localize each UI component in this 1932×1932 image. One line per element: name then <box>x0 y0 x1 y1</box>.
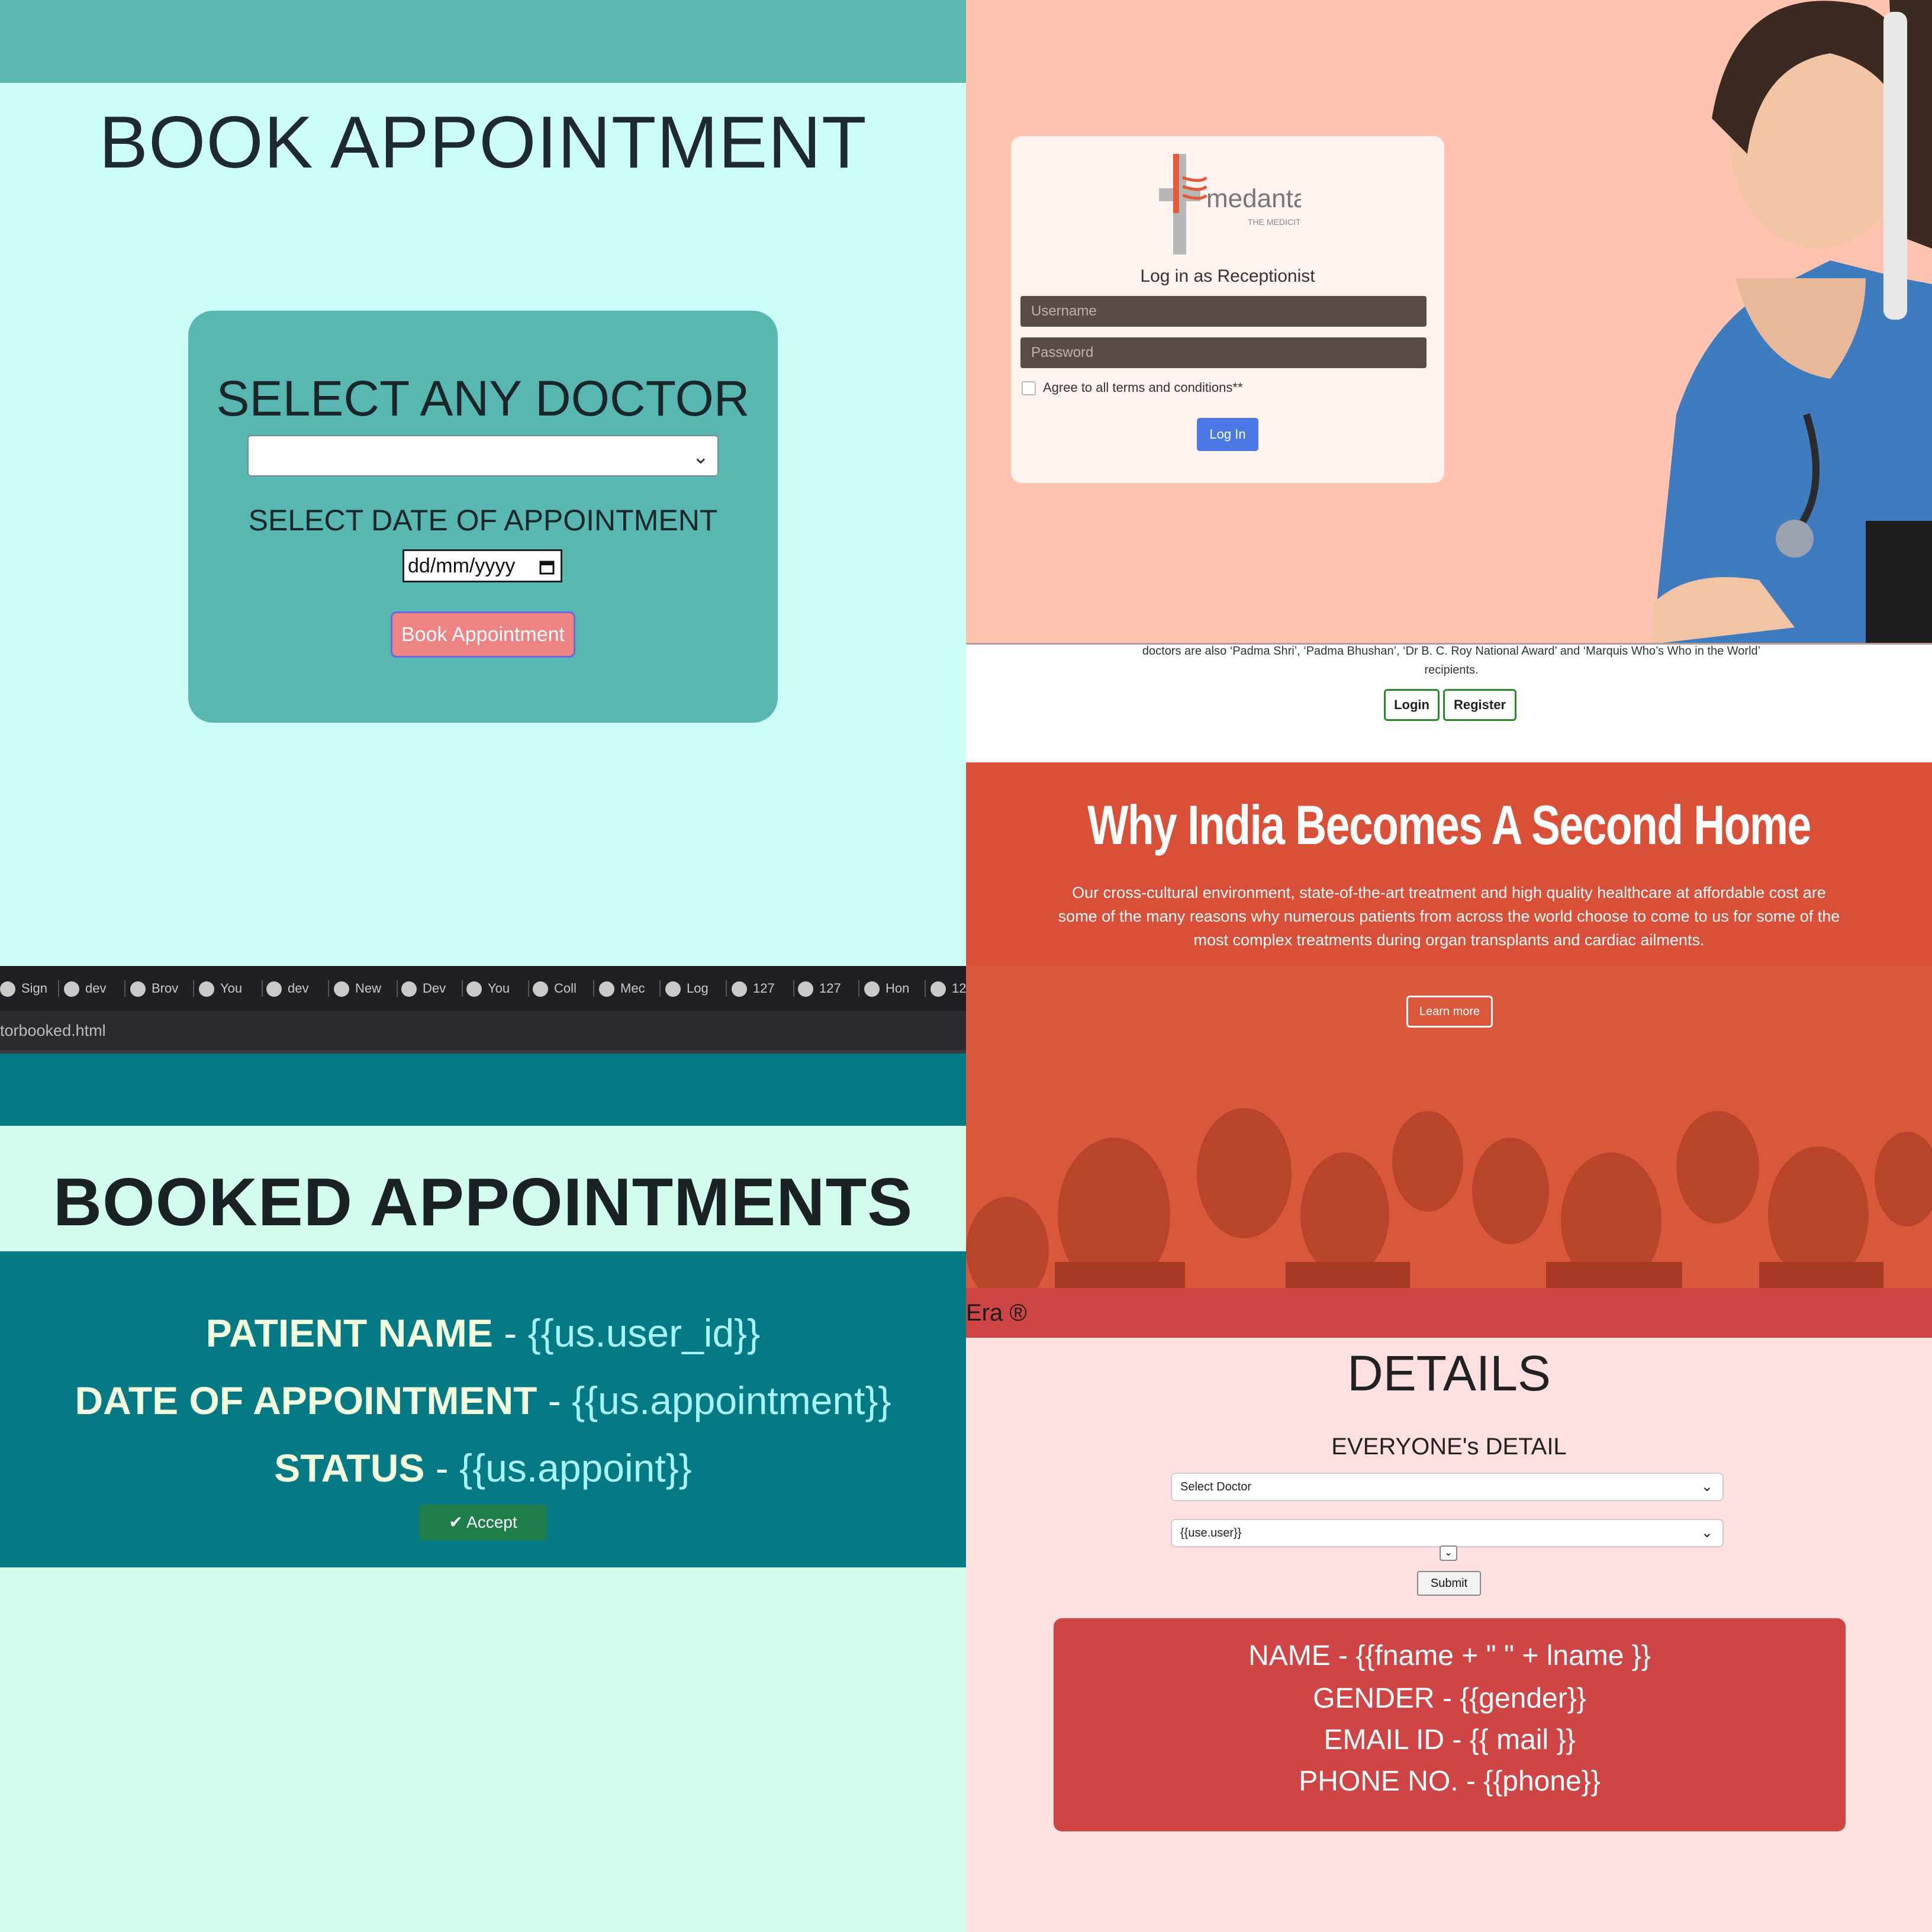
appointment-date-input[interactable]: dd/mm/yyyy <box>402 549 562 582</box>
booked-page-title: BOOKED APPOINTMENTS <box>53 1165 913 1240</box>
browser-tab[interactable]: Sign <box>0 966 59 1011</box>
name-line: NAME - {{fname + " " + lname }} <box>1248 1640 1651 1672</box>
globe-icon <box>798 981 813 997</box>
select-user-value: {{use.user}} <box>1180 1527 1242 1540</box>
chevron-down-icon: ⌄ <box>1444 1548 1453 1558</box>
select-user-dropdown[interactable]: {{use.user}} ⌄ <box>1171 1519 1724 1547</box>
book-page-title: BOOK APPOINTMENT <box>99 102 867 183</box>
book-appointment-panel: BOOK APPOINTMENT SELECT ANY DOCTOR ⌄ SEL… <box>0 0 966 966</box>
email-line: EMAIL ID - {{ mail }} <box>1324 1724 1576 1756</box>
chevron-down-icon: ⌄ <box>692 446 710 468</box>
nav-register-button[interactable]: Register <box>1443 689 1516 721</box>
book-appointment-button[interactable]: Book Appointment <box>391 611 575 658</box>
details-subtitle: EVERYONE's DETAIL <box>1331 1434 1567 1460</box>
terms-checkbox[interactable] <box>1022 381 1036 396</box>
select-doctor-dropdown[interactable]: Select Doctor ⌄ <box>1171 1473 1724 1501</box>
globe-icon <box>401 981 417 997</box>
details-title: DETAILS <box>1347 1345 1551 1401</box>
status-row: STATUS - {{us.appoint}} <box>274 1446 692 1490</box>
username-input[interactable]: Username <box>1020 296 1427 327</box>
colab-icon <box>533 981 548 997</box>
booked-top-bar <box>0 1050 966 1126</box>
submit-button[interactable]: Submit <box>1417 1571 1481 1596</box>
login-submit-button[interactable]: Log In <box>1197 418 1258 451</box>
browser-tab[interactable]: Mec <box>599 966 661 1011</box>
tab-favicon-icon <box>130 981 146 997</box>
globe-icon <box>599 981 614 997</box>
github-icon <box>466 981 482 997</box>
details-panel: Learn more Era ® DETAILS EVERYONE's DETA… <box>966 966 1932 1932</box>
browser-tab[interactable]: New <box>334 966 398 1011</box>
logo-wordmark: medanta <box>1206 184 1301 213</box>
browser-tab[interactable]: dev <box>64 966 125 1011</box>
browser-tab[interactable]: 127 <box>798 966 859 1011</box>
github-icon <box>64 981 79 997</box>
chrome-icon <box>334 981 349 997</box>
browser-tab[interactable]: Log <box>665 966 727 1011</box>
select-doctor-value: Select Doctor <box>1180 1480 1252 1493</box>
nav-login-button[interactable]: Login <box>1384 689 1440 721</box>
nurse-photo <box>1653 0 1932 644</box>
phone-line: PHONE NO. - {{phone}} <box>1299 1766 1601 1797</box>
book-top-bar <box>0 0 966 83</box>
user-details-card: NAME - {{fname + " " + lname }} GENDER -… <box>1054 1618 1846 1831</box>
browser-tab[interactable]: You <box>466 966 529 1011</box>
browser-tab[interactable]: Coll <box>533 966 594 1011</box>
globe-icon <box>930 981 946 997</box>
login-card: medanta THE MEDICITY Log in as Reception… <box>1011 136 1444 483</box>
book-form-card: SELECT ANY DOCTOR ⌄ SELECT DATE OF APPOI… <box>188 311 778 723</box>
login-title: Log in as Receptionist <box>1140 266 1315 286</box>
tab-favicon-icon <box>0 981 15 997</box>
globe-icon <box>665 981 681 997</box>
date-input-placeholder: dd/mm/yyyy <box>408 555 516 577</box>
learn-more-button[interactable]: Learn more <box>1406 996 1493 1028</box>
why-india-title: Why India Becomes A Second Home <box>1087 794 1811 856</box>
terms-label: Agree to all terms and conditions** <box>1043 380 1243 395</box>
browser-tab[interactable]: Brov <box>130 966 194 1011</box>
footer-band: Era ® <box>966 1288 1932 1338</box>
browser-tab[interactable]: Hon <box>864 966 926 1011</box>
about-text: doctors are also ‘Padma Shri’, ‘Padma Bh… <box>1142 645 1761 677</box>
tab-favicon-icon <box>199 981 214 997</box>
patient-name-row: PATIENT NAME - {{us.user_id}} <box>205 1311 761 1355</box>
accept-button[interactable]: ✔ Accept <box>419 1505 547 1540</box>
doctor-select-label: SELECT ANY DOCTOR <box>216 371 750 426</box>
globe-icon <box>864 981 880 997</box>
why-india-text: Our cross-cultural environment, state-of… <box>1058 884 1840 949</box>
terms-checkbox-row[interactable]: Agree to all terms and conditions** <box>1022 380 1243 396</box>
medanta-logo: medanta THE MEDICITY <box>1159 154 1308 255</box>
receptionist-login-panel: medanta THE MEDICITY Log in as Reception… <box>966 0 1932 966</box>
password-input[interactable]: Password <box>1020 337 1427 368</box>
chevron-down-icon: ⌄ <box>1701 1525 1713 1541</box>
chevron-down-icon: ⌄ <box>1701 1479 1713 1495</box>
browser-tab[interactable]: 12 <box>930 966 966 1011</box>
gender-line: GENDER - {{gender}} <box>1313 1683 1586 1714</box>
github-icon <box>266 981 282 997</box>
browser-tab[interactable]: Dev <box>401 966 463 1011</box>
address-bar[interactable]: torbooked.html <box>0 1011 966 1050</box>
globe-icon <box>732 981 747 997</box>
doctor-select[interactable]: ⌄ <box>247 435 719 476</box>
small-select[interactable]: ⌄ <box>1440 1545 1457 1561</box>
calendar-icon[interactable] <box>538 551 556 581</box>
booked-appointments-panel: Sign dev Brov You dev New Dev You Coll M… <box>0 966 966 1932</box>
browser-tab[interactable]: You <box>199 966 263 1011</box>
browser-tab[interactable]: 127 <box>732 966 794 1011</box>
logo-tagline: THE MEDICITY <box>1248 217 1301 227</box>
browser-tab[interactable]: dev <box>266 966 329 1011</box>
appointment-date-row: DATE OF APPOINTMENT - {{us.appointment}} <box>75 1379 891 1422</box>
date-select-label: SELECT DATE OF APPOINTMENT <box>248 504 718 537</box>
